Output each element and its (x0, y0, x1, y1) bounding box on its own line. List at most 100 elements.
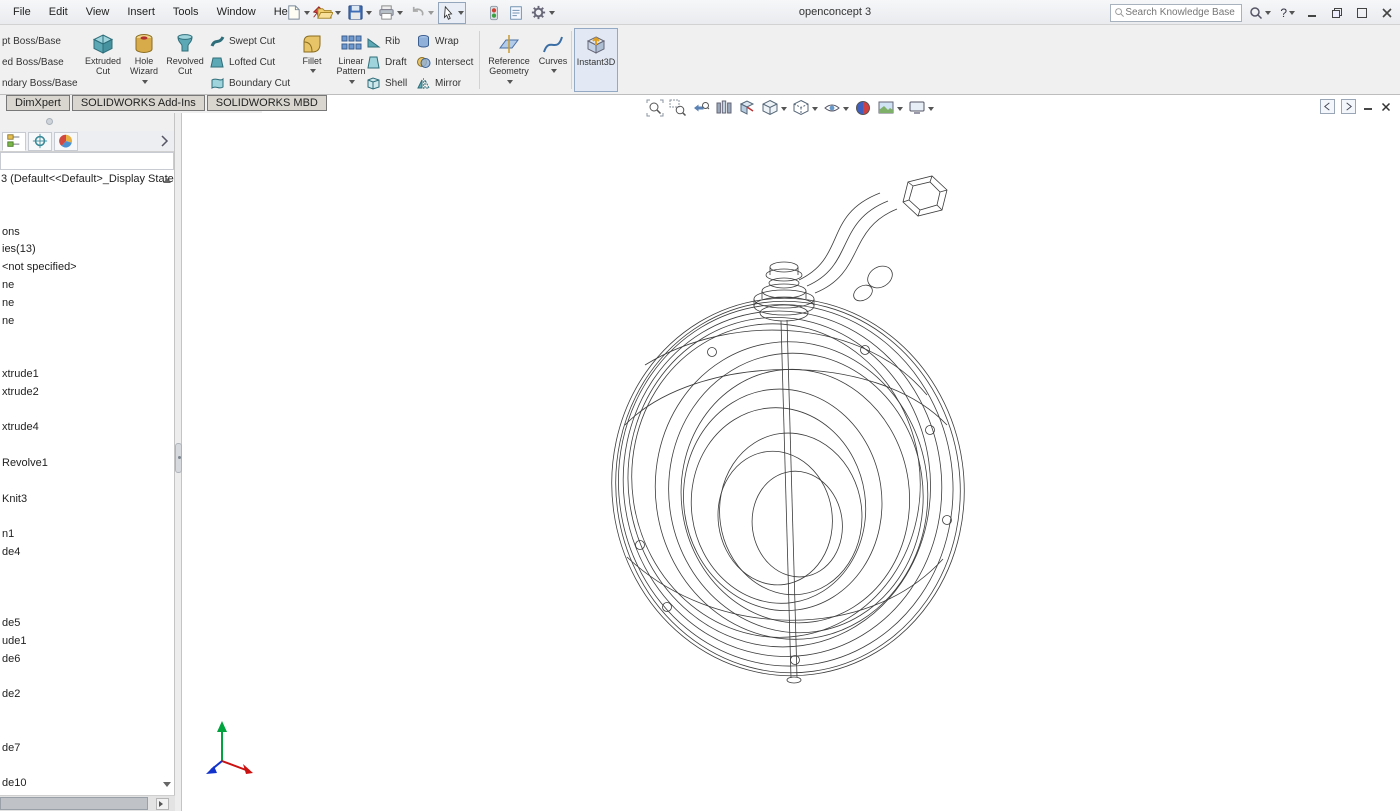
tree-item[interactable] (0, 206, 174, 224)
tree-item[interactable]: xtrude2 (0, 384, 174, 402)
tree-item[interactable]: de10 (0, 775, 174, 793)
tree-item[interactable] (0, 562, 174, 580)
tree-item[interactable] (0, 348, 174, 366)
tree-root-item[interactable]: 3 (Default<<Default>_Display State 1> (0, 170, 174, 188)
extruded-cut-button[interactable]: Extruded Cut (82, 28, 124, 92)
tab-solidworks-mbd[interactable]: SOLIDWORKS MBD (207, 95, 327, 111)
tree-item[interactable]: de6 (0, 651, 174, 669)
annotation-views-icon[interactable] (714, 98, 734, 118)
intersect-button[interactable]: Intersect (416, 52, 473, 72)
tree-item[interactable] (0, 188, 174, 206)
search-scope-icon[interactable] (1247, 3, 1273, 23)
tree-scroll-up-icon[interactable] (163, 174, 171, 183)
menu-edit[interactable]: Edit (40, 0, 77, 25)
panel-collapse-handle[interactable] (46, 118, 53, 125)
doc-previous-icon[interactable] (1320, 99, 1335, 114)
undo-icon[interactable] (407, 1, 436, 24)
help-button[interactable]: ? (1278, 6, 1297, 20)
window-close-icon[interactable] (1377, 3, 1397, 22)
tree-item[interactable]: ne (0, 277, 174, 295)
tab-solidworks-addins[interactable]: SOLIDWORKS Add-Ins (72, 95, 205, 111)
file-properties-icon[interactable] (506, 2, 526, 24)
rib-button[interactable]: Rib (366, 31, 400, 51)
shell-button[interactable]: Shell (366, 73, 407, 93)
tab-dimxpert[interactable]: DimXpert (6, 95, 70, 111)
tree-item[interactable] (0, 722, 174, 740)
tree-item[interactable] (0, 473, 174, 491)
tree-item[interactable]: xtrude1 (0, 366, 174, 384)
boundary-cut-button[interactable]: Boundary Cut (210, 73, 290, 93)
tree-item[interactable] (0, 330, 174, 348)
tree-item[interactable]: ne (0, 295, 174, 313)
tree-item[interactable]: ude1 (0, 633, 174, 651)
tree-item[interactable]: ons (0, 224, 174, 242)
splitter-handle[interactable] (175, 443, 182, 473)
menu-insert[interactable]: Insert (118, 0, 164, 25)
graphics-area[interactable] (175, 95, 1400, 811)
previous-view-icon[interactable] (691, 98, 711, 118)
tree-item[interactable]: ne (0, 313, 174, 331)
select-icon[interactable] (438, 2, 466, 24)
menu-tools[interactable]: Tools (164, 0, 208, 25)
zoom-to-area-icon[interactable] (668, 98, 688, 118)
tree-item[interactable]: xtrude4 (0, 419, 174, 437)
search-input[interactable] (1125, 7, 1235, 18)
tree-item[interactable]: de4 (0, 544, 174, 562)
scrollbar-right-arrow-icon[interactable] (156, 798, 169, 810)
wrap-button[interactable]: Wrap (416, 31, 459, 51)
mirror-button[interactable]: Mirror (416, 73, 461, 93)
revolved-cut-button[interactable]: Revolved Cut (164, 28, 206, 92)
save-icon[interactable] (345, 1, 374, 24)
panel-splitter[interactable] (175, 113, 182, 811)
display-style-icon[interactable] (791, 98, 819, 118)
tree-item[interactable] (0, 402, 174, 420)
zoom-to-fit-icon[interactable] (645, 98, 665, 118)
swept-cut-button[interactable]: Swept Cut (210, 31, 275, 51)
window-minimize-icon[interactable] (1302, 3, 1322, 22)
tree-item[interactable]: <not specified> (0, 259, 174, 277)
curves-button[interactable]: Curves (536, 28, 570, 92)
print-icon[interactable] (376, 1, 405, 24)
tree-item[interactable] (0, 437, 174, 455)
menu-window[interactable]: Window (208, 0, 265, 25)
tree-item[interactable] (0, 669, 174, 687)
featuremanager-tree-tab[interactable] (2, 132, 26, 151)
new-document-icon[interactable] (283, 1, 312, 24)
doc-close-icon[interactable] (1380, 101, 1392, 113)
view-settings-icon[interactable] (907, 98, 935, 118)
knowledge-base-search[interactable] (1110, 4, 1242, 22)
tree-item[interactable]: Revolve1 (0, 455, 174, 473)
tree-item[interactable] (0, 580, 174, 598)
apply-scene-icon[interactable] (876, 98, 904, 118)
tree-filter-field[interactable] (0, 152, 174, 170)
lofted-cut-button[interactable]: Lofted Cut (210, 52, 275, 72)
tree-scroll-down-icon[interactable] (163, 782, 171, 791)
menu-file[interactable]: File (4, 0, 40, 25)
rebuild-icon[interactable] (484, 2, 504, 24)
fillet-button[interactable]: Fillet (294, 28, 330, 92)
draft-button[interactable]: Draft (366, 52, 407, 72)
options-gear-icon[interactable] (528, 1, 557, 24)
scrollbar-thumb[interactable] (0, 797, 148, 810)
window-restore-icon[interactable] (1327, 3, 1347, 22)
tree-item[interactable] (0, 704, 174, 722)
tree-item[interactable]: de7 (0, 740, 174, 758)
instant3d-button[interactable]: Instant3D (574, 28, 618, 92)
tree-item[interactable]: de2 (0, 686, 174, 704)
menu-view[interactable]: View (77, 0, 119, 25)
window-maximize-icon[interactable] (1352, 3, 1372, 22)
tree-item[interactable] (0, 597, 174, 615)
doc-next-icon[interactable] (1341, 99, 1356, 114)
panel-expand-chevron-icon[interactable] (158, 134, 170, 148)
lofted-boss-base-button[interactable]: ed Boss/Base (2, 52, 64, 72)
configurationmanager-tab[interactable] (54, 132, 78, 151)
hide-show-items-icon[interactable] (822, 98, 850, 118)
reference-geometry-button[interactable]: Reference Geometry (484, 28, 534, 92)
propertymanager-tab[interactable] (28, 132, 52, 151)
section-view-icon[interactable] (737, 98, 757, 118)
hole-wizard-button[interactable]: Hole Wizard (126, 28, 162, 92)
view-orientation-icon[interactable] (760, 98, 788, 118)
tree-horizontal-scrollbar[interactable] (0, 795, 175, 811)
tree-item[interactable] (0, 508, 174, 526)
open-icon[interactable] (314, 1, 343, 24)
